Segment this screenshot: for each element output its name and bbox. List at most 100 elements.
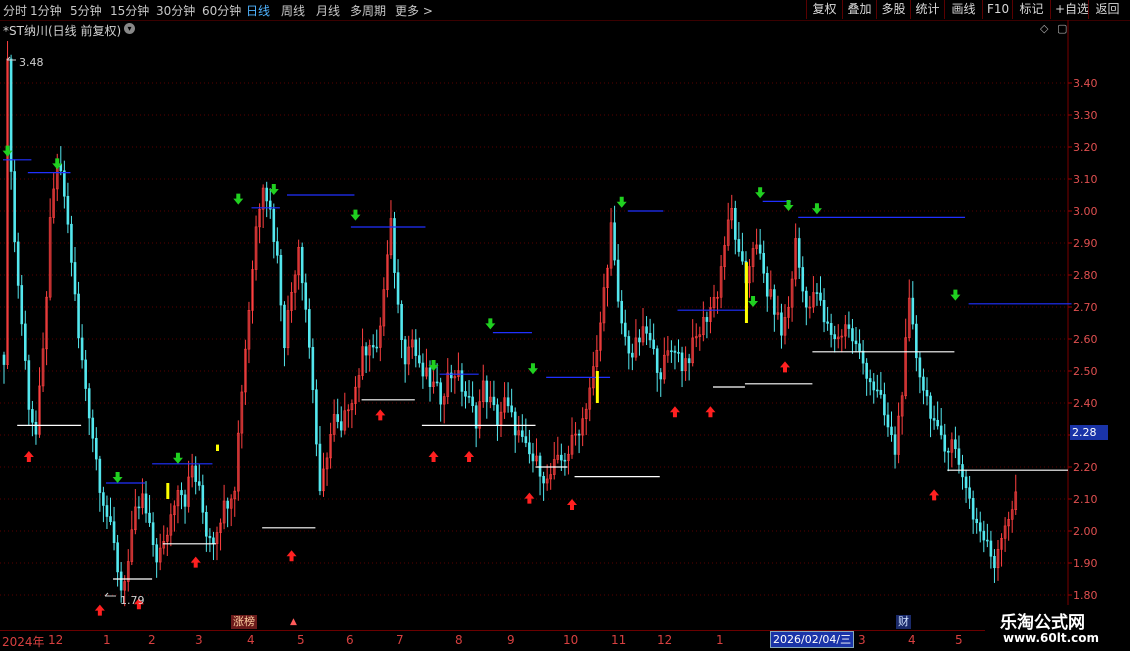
finance-badge[interactable]: 财 <box>896 615 911 629</box>
candle-body <box>27 360 31 410</box>
buy-arrow-icon <box>23 451 34 462</box>
candle-body <box>989 540 993 557</box>
candle-body <box>964 476 968 489</box>
price-tick-label: 3.20 <box>1073 141 1098 154</box>
candle-body <box>87 388 91 419</box>
date-label: 2 <box>148 633 156 647</box>
candle-body <box>77 293 80 339</box>
price-tick-label: 1.80 <box>1073 589 1098 602</box>
candle-body <box>2 354 6 365</box>
current-price-tag: 2.28 <box>1070 425 1108 440</box>
mark-button[interactable]: 标记 <box>1012 0 1050 19</box>
candle-body <box>180 490 183 496</box>
candle-body <box>815 292 819 294</box>
candle-body <box>886 414 890 428</box>
candle-body <box>687 358 691 364</box>
sell-arrow-icon <box>485 318 496 330</box>
candle-body <box>854 340 858 345</box>
period-weekly[interactable]: 周线 <box>281 2 305 19</box>
candle-body <box>915 323 918 359</box>
sell-arrow-icon <box>527 363 538 375</box>
candle-body <box>616 259 620 302</box>
candle-body <box>371 345 375 348</box>
candle-body <box>804 290 808 308</box>
candle-body <box>957 448 961 465</box>
high-price-label: 3.48 <box>19 56 44 69</box>
candle-body <box>623 322 627 337</box>
side-panel-edge[interactable] <box>1112 20 1130 600</box>
candle-body <box>492 396 496 406</box>
date-label: 2024年 <box>2 635 45 649</box>
limit-up-badge[interactable]: 涨榜 <box>231 615 257 629</box>
highlight-bar <box>216 444 219 451</box>
candle-body <box>652 339 655 350</box>
candle-body <box>883 394 886 416</box>
period-monthly[interactable]: 月线 <box>316 2 340 19</box>
statistics-button[interactable]: 统计 <box>910 0 944 19</box>
period-30min[interactable]: 30分钟 <box>156 2 195 19</box>
candle-body <box>524 436 528 444</box>
candle-body <box>467 395 471 398</box>
candle-body <box>531 453 535 462</box>
buy-arrow-icon <box>929 489 940 501</box>
candle-body <box>70 223 73 263</box>
buy-arrow-icon <box>705 406 716 418</box>
watermark-title: 乐淘公式网 <box>1000 613 1085 633</box>
low-price-label: 1.79 <box>120 594 145 607</box>
candle-body <box>648 332 652 341</box>
restore-rights-button[interactable]: 复权 <box>806 0 842 19</box>
period-more[interactable]: 更多 > <box>395 2 433 19</box>
date-label: 3 <box>858 633 866 647</box>
period-5min[interactable]: 5分钟 <box>70 2 102 19</box>
draw-line-button[interactable]: 画线 <box>944 0 982 19</box>
add-watchlist-button[interactable]: +自选 <box>1050 0 1089 19</box>
candle-body <box>542 475 545 484</box>
candle-body <box>925 389 929 397</box>
buy-arrow-icon <box>190 556 201 568</box>
candle-body <box>879 389 883 395</box>
kline-chart[interactable]: 3.40 3.30 3.20 3.10 3.00 2.90 2.80 2.70 2.60 2.50… <box>0 20 1112 630</box>
candle-body <box>208 535 212 539</box>
candle-body <box>105 505 109 517</box>
candle-body <box>421 362 425 377</box>
period-multi[interactable]: 多周期 <box>350 2 386 19</box>
f10-button[interactable]: F10 <box>982 0 1012 19</box>
candle-body <box>613 222 616 261</box>
candle-body <box>513 411 517 436</box>
period-15min[interactable]: 15分钟 <box>110 2 149 19</box>
candle-body <box>872 381 876 391</box>
period-1min[interactable]: 1分钟 <box>30 2 62 19</box>
candle-body <box>563 459 567 462</box>
candle-body <box>780 312 783 336</box>
candle-body <box>875 389 879 392</box>
overlay-button[interactable]: 叠加 <box>842 0 876 19</box>
candle-body <box>73 262 77 295</box>
date-label: 12 <box>657 633 673 647</box>
candle-body <box>283 304 286 349</box>
candle-body <box>403 339 407 365</box>
candle-body <box>758 244 762 254</box>
candle-body <box>890 426 893 436</box>
price-tick-label: 3.10 <box>1073 173 1098 186</box>
candle-body <box>400 303 403 340</box>
candle-body <box>205 511 208 537</box>
top-toolbar: 分时 1分钟 5分钟 15分钟 30分钟 60分钟 日线 周线 月线 多周期 更… <box>0 0 1130 21</box>
period-60min[interactable]: 60分钟 <box>202 2 241 19</box>
buy-arrow-icon <box>375 409 386 421</box>
price-tick-label: 2.70 <box>1073 301 1098 314</box>
period-daily[interactable]: 日线 <box>246 2 270 19</box>
candle-body <box>375 346 379 349</box>
price-tick-label: 2.90 <box>1073 237 1098 250</box>
candle-body <box>560 454 563 461</box>
date-axis: 2024年 12 1 2 3 4 5 6 7 8 9 10 11 12 1 3 … <box>0 630 1130 651</box>
candle-body <box>932 418 936 421</box>
highlight-bar <box>744 262 748 323</box>
buy-arrow-icon <box>567 499 577 510</box>
multi-stock-button[interactable]: 多股 <box>876 0 910 19</box>
back-button[interactable]: 返回 <box>1088 0 1126 19</box>
candle-body <box>847 324 851 329</box>
candle-body <box>773 289 776 315</box>
candle-body <box>673 350 677 353</box>
candle-body <box>861 350 865 364</box>
period-intraday[interactable]: 分时 <box>3 2 27 19</box>
